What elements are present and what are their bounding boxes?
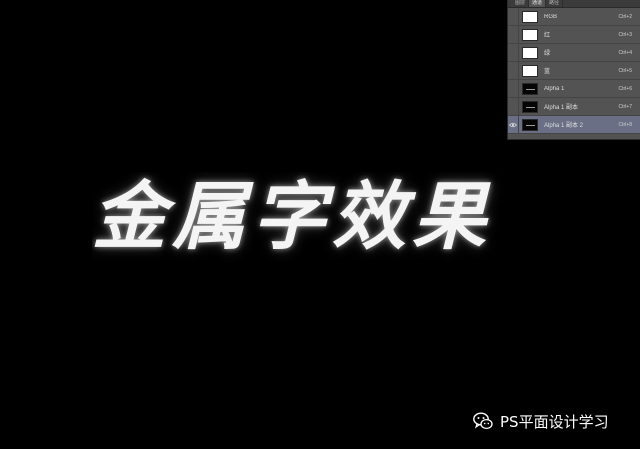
- channel-name: 红: [544, 33, 551, 39]
- tab-layers[interactable]: 图层: [512, 0, 530, 7]
- channel-name: Alpha 1: [544, 85, 565, 92]
- channel-row-alpha-1-copy-2[interactable]: Alpha 1 副本 2 Ctrl+8: [508, 116, 640, 134]
- channel-name: 蓝: [544, 69, 551, 75]
- watermark: PS平面设计学习: [472, 408, 609, 434]
- channel-shortcut: Ctrl+7: [618, 103, 632, 110]
- channel-thumbnail: [522, 46, 538, 59]
- channel-name: 绿: [544, 51, 551, 57]
- channel-thumbnail: [522, 100, 538, 113]
- visibility-toggle[interactable]: [508, 26, 519, 43]
- channel-row-rgb[interactable]: RGB Ctrl+2: [508, 8, 640, 26]
- channel-list: RGB Ctrl+2 红 Ctrl+3 绿 Ctrl+4 蓝 Ctrl+5 Al…: [508, 8, 640, 134]
- channel-thumbnail: [522, 82, 538, 95]
- wechat-icon: [472, 410, 494, 432]
- visibility-toggle[interactable]: [508, 80, 519, 97]
- channels-panel: 图层 通道 路径 RGB Ctrl+2 红 Ctrl+3 绿 Ctrl+4 蓝 …: [507, 0, 640, 140]
- channel-shortcut: Ctrl+2: [618, 13, 632, 20]
- panel-tab-bar: 图层 通道 路径: [508, 0, 640, 8]
- channel-row-red[interactable]: 红 Ctrl+3: [508, 26, 640, 44]
- channel-name: RGB: [544, 13, 558, 20]
- visibility-toggle[interactable]: [508, 8, 519, 25]
- canvas-headline-text: 金属字效果: [92, 174, 492, 260]
- channel-shortcut: Ctrl+8: [618, 121, 632, 128]
- tab-paths[interactable]: 路径: [546, 0, 564, 7]
- channel-row-blue[interactable]: 蓝 Ctrl+5: [508, 62, 640, 80]
- channel-shortcut: Ctrl+3: [618, 31, 632, 38]
- channel-name: Alpha 1 副本 2: [544, 123, 584, 129]
- eye-icon: [509, 122, 517, 127]
- visibility-toggle[interactable]: [508, 62, 519, 79]
- channel-thumbnail: [522, 118, 538, 131]
- channel-shortcut: Ctrl+4: [618, 49, 632, 56]
- channel-shortcut: Ctrl+6: [618, 85, 632, 92]
- watermark-text: PS平面设计学习: [500, 412, 609, 431]
- channel-shortcut: Ctrl+5: [618, 67, 632, 74]
- channel-row-alpha-1[interactable]: Alpha 1 Ctrl+6: [508, 80, 640, 98]
- visibility-toggle[interactable]: [508, 98, 519, 115]
- visibility-toggle[interactable]: [508, 44, 519, 61]
- channel-thumbnail: [522, 64, 538, 77]
- channel-name: Alpha 1 副本: [544, 105, 579, 111]
- tab-channels[interactable]: 通道: [529, 0, 547, 7]
- channel-row-alpha-1-copy[interactable]: Alpha 1 副本 Ctrl+7: [508, 98, 640, 116]
- channel-thumbnail: [522, 28, 538, 41]
- channel-thumbnail: [522, 10, 538, 23]
- visibility-toggle[interactable]: [508, 116, 519, 133]
- channel-row-green[interactable]: 绿 Ctrl+4: [508, 44, 640, 62]
